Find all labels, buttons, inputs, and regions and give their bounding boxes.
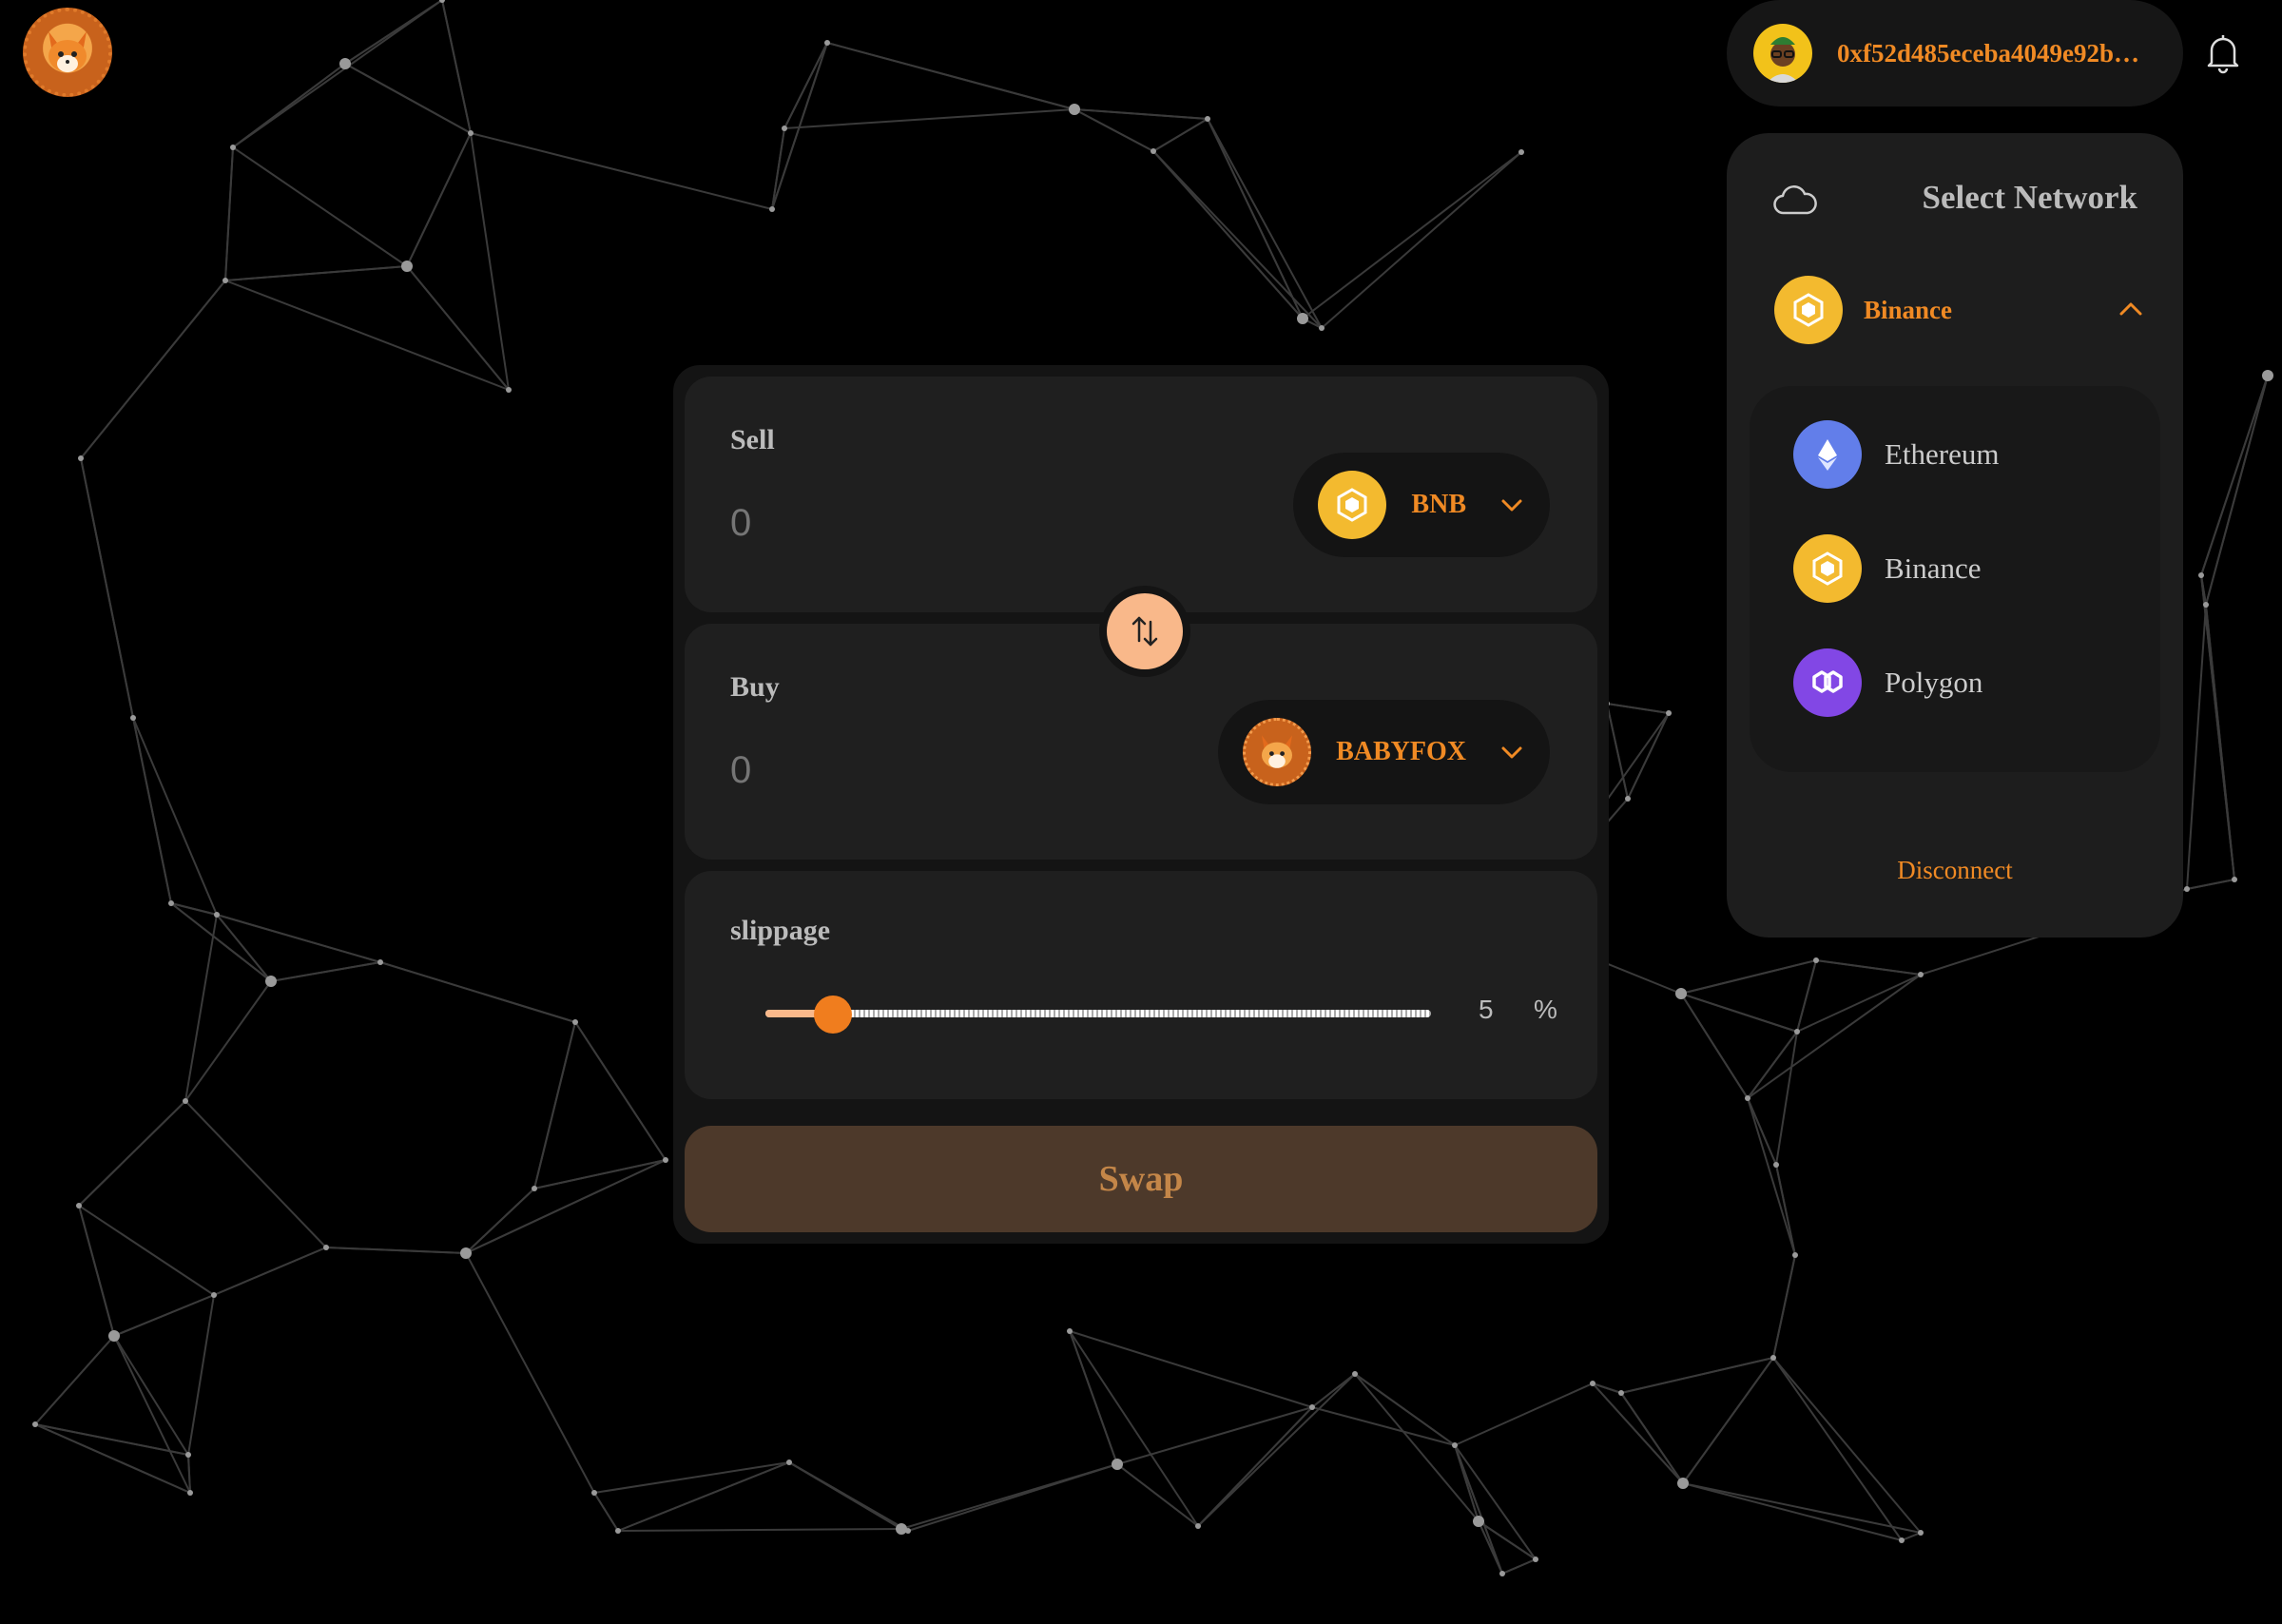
swap-arrows-icon	[1131, 616, 1158, 647]
selected-network-dropdown[interactable]: Binance	[1774, 276, 2145, 344]
chevron-down-icon	[1501, 499, 1522, 512]
chevron-down-icon	[1501, 746, 1522, 759]
slider-thumb[interactable]	[814, 996, 852, 1034]
network-options-list: Ethereum Binance Polygon	[1750, 386, 2160, 772]
sell-amount-input[interactable]	[730, 494, 1111, 551]
network-panel-header: Select Network	[1727, 133, 2183, 266]
buy-amount-input[interactable]	[730, 742, 1111, 799]
sell-token-select[interactable]: BNB	[1293, 453, 1550, 557]
slippage-slider[interactable]	[765, 995, 1431, 1034]
disconnect-link[interactable]: Disconnect	[1727, 856, 2183, 885]
babyfox-token-icon	[1243, 718, 1312, 786]
swap-button[interactable]: Swap	[685, 1126, 1597, 1232]
slider-track	[765, 1010, 1431, 1017]
sell-token-label: BNB	[1411, 490, 1466, 519]
buy-token-label: BABYFOX	[1336, 737, 1466, 766]
babyfox-logo[interactable]	[23, 8, 112, 97]
bnb-icon	[1318, 471, 1387, 539]
buy-label: Buy	[730, 671, 780, 703]
sell-label: Sell	[730, 424, 775, 455]
sell-box: Sell BNB	[685, 377, 1597, 612]
slippage-value: 5	[1479, 995, 1494, 1024]
wallet-button[interactable]: 0xf52d485eceba4049e92b…	[1727, 0, 2183, 106]
wallet-avatar	[1753, 24, 1812, 83]
wallet-address: 0xf52d485eceba4049e92b…	[1837, 38, 2139, 68]
network-option-ethereum[interactable]: Ethereum	[1793, 420, 2160, 489]
bell-icon[interactable]	[2204, 32, 2242, 74]
polygon-icon	[1793, 648, 1862, 717]
buy-token-select[interactable]: BABYFOX	[1218, 700, 1550, 804]
fox-icon	[48, 31, 87, 72]
selected-network-label: Binance	[1864, 295, 1953, 324]
network-option-binance[interactable]: Binance	[1793, 534, 2160, 603]
ethereum-icon	[1793, 420, 1862, 489]
network-option-polygon[interactable]: Polygon	[1793, 648, 2160, 717]
slippage-unit: %	[1534, 995, 1557, 1024]
slippage-label: slippage	[730, 915, 831, 946]
cloud-icon	[1773, 185, 1817, 215]
network-option-label: Binance	[1885, 551, 1982, 585]
swap-card: Sell BNB Buy	[673, 365, 1609, 1244]
network-selector-panel: Select Network Binance Ethereum Binance …	[1727, 133, 2183, 938]
slippage-box: slippage 5 %	[685, 871, 1597, 1099]
network-panel-title: Select Network	[1922, 179, 2137, 216]
binance-icon	[1793, 534, 1862, 603]
chevron-up-icon[interactable]	[2117, 295, 2145, 323]
binance-icon	[1774, 276, 1843, 344]
flip-tokens-button[interactable]	[1099, 586, 1190, 677]
network-option-label: Ethereum	[1885, 437, 2000, 471]
network-option-label: Polygon	[1885, 666, 1983, 699]
